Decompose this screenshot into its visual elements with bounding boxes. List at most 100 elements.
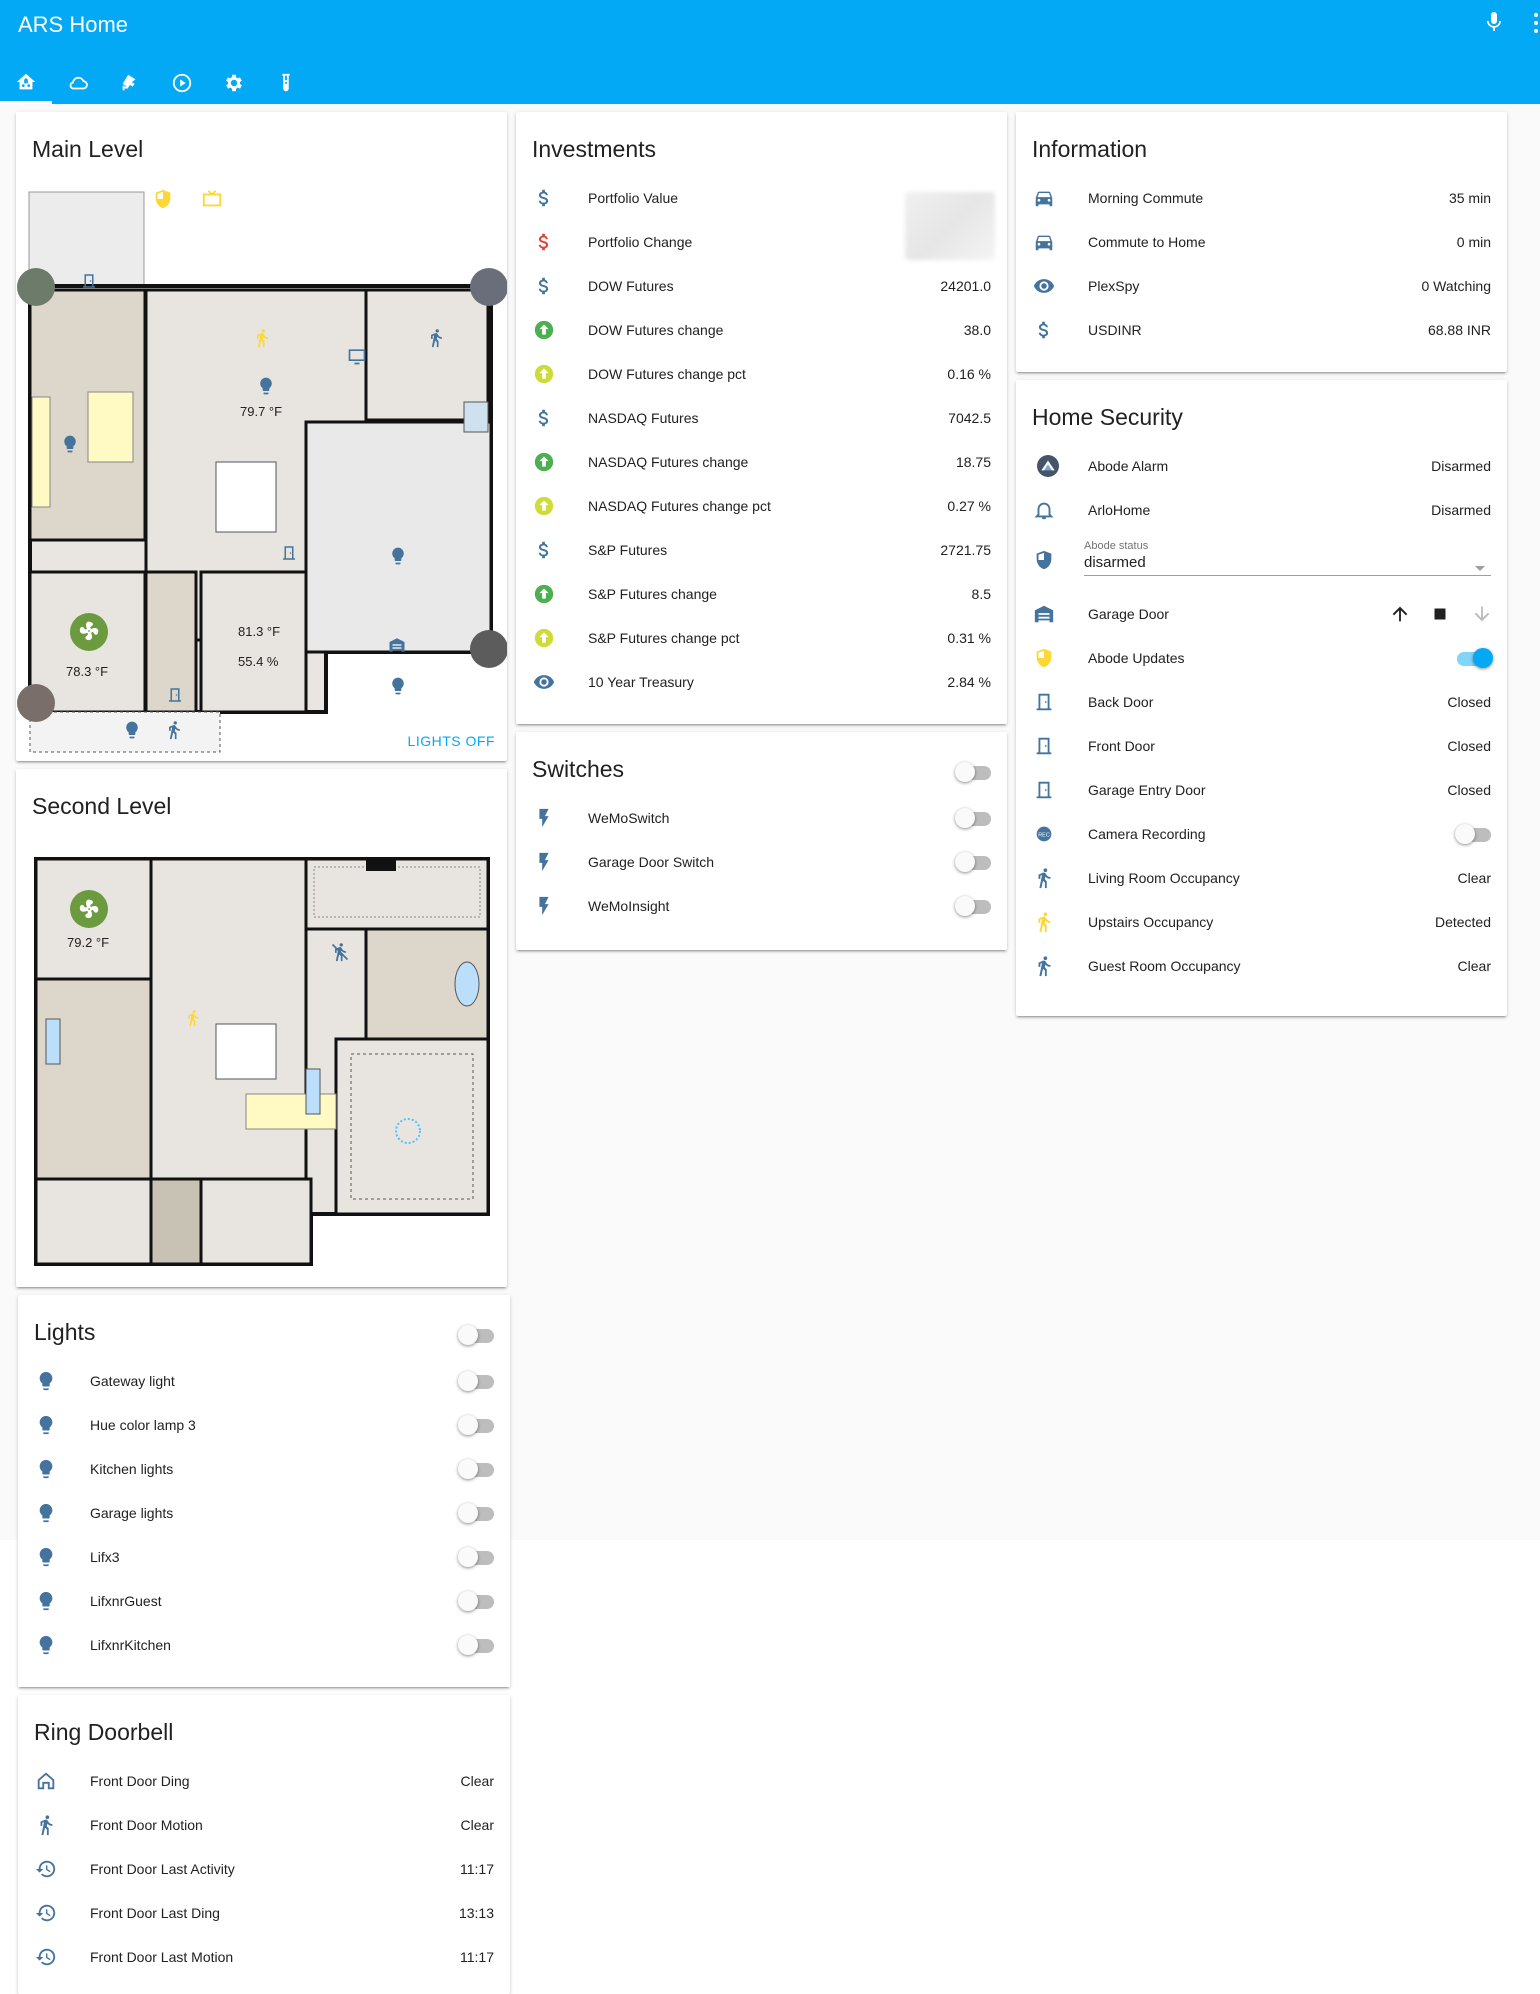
abode-status-row: Abode status disarmed <box>1016 532 1507 588</box>
upstairs-temperature: 79.2 °F <box>67 935 110 950</box>
switches-master-toggle[interactable] <box>955 762 991 782</box>
list-item: Garage Door <box>1016 592 1507 636</box>
light-toggle[interactable] <box>458 1591 494 1611</box>
tv-icon[interactable] <box>200 188 224 210</box>
list-item: Front Door Last Motion 11:17 <box>18 1935 510 1979</box>
tab-settings[interactable] <box>208 62 260 104</box>
list-item: ArloHome Disarmed <box>1016 488 1507 532</box>
home-outline-icon <box>34 1769 58 1793</box>
walk-icon <box>1032 866 1056 890</box>
list-item: Portfolio Change <box>516 220 1007 264</box>
card-title: Investments <box>532 136 656 162</box>
list-item: Guest Room Occupancy Clear <box>1016 944 1507 988</box>
investments-card: Investments Portfolio Value Portfolio Cha… <box>516 112 1007 724</box>
light-toggle[interactable] <box>458 1371 494 1391</box>
investment-value: 2.84 % <box>947 674 991 690</box>
list-item: S&P Futures 2721.75 <box>516 528 1007 572</box>
lights-off-button[interactable]: LIGHTS OFF <box>408 733 495 749</box>
ring-doorbell-card: Ring Doorbell Front Door Ding Clear Fron… <box>18 1695 510 1994</box>
lightbulb-icon[interactable] <box>256 374 276 398</box>
investment-label: NASDAQ Futures change pct <box>588 498 771 514</box>
garage-icon <box>1032 602 1056 626</box>
light-toggle[interactable] <box>458 1547 494 1567</box>
information-card: Information Morning Commute 35 min Commu… <box>1016 112 1507 372</box>
list-item: WeMoInsight <box>516 884 1007 928</box>
sensor-value: 13:13 <box>458 1905 494 1921</box>
app-toolbar: ARS Home <box>0 0 1540 104</box>
list-item: Morning Commute 35 min <box>1016 176 1507 220</box>
walk-icon[interactable] <box>426 326 446 350</box>
play-circle-icon <box>172 73 192 93</box>
tv-icon[interactable] <box>346 346 368 366</box>
garage-icon[interactable] <box>388 636 406 654</box>
microphone-icon[interactable] <box>1482 10 1506 36</box>
lightbulb-icon[interactable] <box>60 432 80 456</box>
door-icon[interactable] <box>280 542 298 564</box>
view-tabs <box>0 62 312 104</box>
dropdown-arrow-icon <box>1475 566 1485 571</box>
tab-weather[interactable] <box>52 62 104 104</box>
investment-label: Portfolio Change <box>588 234 693 250</box>
lightbulb-icon <box>34 1413 58 1437</box>
garage-door-label: Garage Door <box>1088 606 1169 622</box>
tab-cameras[interactable] <box>104 62 156 104</box>
arrow-up-icon[interactable] <box>1389 603 1411 625</box>
lightbulb-icon[interactable] <box>388 674 408 698</box>
lightbulb-icon <box>34 1633 58 1657</box>
door-icon[interactable] <box>166 684 184 706</box>
info-value: 35 min <box>1448 190 1491 206</box>
light-toggle[interactable] <box>458 1635 494 1655</box>
lightbulb-icon[interactable] <box>388 544 408 568</box>
switch-label: WeMoInsight <box>588 898 670 914</box>
light-label: Lifx3 <box>90 1549 120 1565</box>
switch-toggle[interactable] <box>955 896 991 916</box>
shield-half-icon <box>1032 646 1056 670</box>
walk-icon[interactable] <box>252 326 272 350</box>
tab-media[interactable] <box>156 62 208 104</box>
sensor-value: 11:17 <box>460 1861 494 1877</box>
arlo-value: Disarmed <box>1431 502 1491 518</box>
front-door-label: Front Door <box>1088 738 1155 754</box>
door-icon <box>1032 778 1056 802</box>
abode-updates-label: Abode Updates <box>1088 650 1185 666</box>
switch-toggle[interactable] <box>955 852 991 872</box>
lights-master-toggle[interactable] <box>458 1325 494 1345</box>
abode-status-select[interactable]: Abode status disarmed <box>1084 540 1491 576</box>
arrow-up-green-icon <box>532 318 556 342</box>
investment-label: DOW Futures change <box>588 322 724 338</box>
light-label: Kitchen lights <box>90 1461 174 1477</box>
lightbulb-icon[interactable] <box>122 718 142 742</box>
light-toggle[interactable] <box>458 1503 494 1523</box>
fan-icon[interactable] <box>78 898 100 920</box>
investment-value: 7042.5 <box>948 410 991 426</box>
alarm-value: Disarmed <box>1431 458 1491 474</box>
app-title: ARS Home <box>18 12 129 37</box>
abode-updates-toggle[interactable] <box>1455 648 1493 668</box>
list-item: Garage Entry Door Closed <box>1016 768 1507 812</box>
info-label: PlexSpy <box>1088 278 1140 294</box>
arrow-up-green-icon <box>532 450 556 474</box>
office-humidity: 55.4 % <box>238 654 279 669</box>
arlo-label: ArloHome <box>1088 502 1151 518</box>
switch-label: Garage Door Switch <box>588 854 715 870</box>
back-door-value: Closed <box>1447 694 1491 710</box>
stop-icon[interactable] <box>1429 603 1451 625</box>
arrow-down-icon[interactable] <box>1471 603 1493 625</box>
tab-test[interactable] <box>260 62 312 104</box>
investment-label: S&P Futures change <box>588 586 717 602</box>
walk-icon[interactable] <box>164 718 184 742</box>
light-toggle[interactable] <box>458 1459 494 1479</box>
door-icon[interactable] <box>80 270 98 292</box>
shield-icon[interactable] <box>152 188 174 210</box>
light-toggle[interactable] <box>458 1415 494 1435</box>
back-door-label: Back Door <box>1088 694 1154 710</box>
lightbulb-icon <box>34 1589 58 1613</box>
motion-off-icon[interactable] <box>330 941 350 963</box>
fan-icon[interactable] <box>78 620 100 642</box>
tab-home[interactable] <box>0 62 52 104</box>
more-vert-icon[interactable] <box>1532 12 1540 34</box>
walk-icon[interactable] <box>184 1007 202 1029</box>
investment-label: DOW Futures <box>588 278 674 294</box>
switch-toggle[interactable] <box>955 808 991 828</box>
camera-recording-toggle[interactable] <box>1455 824 1491 844</box>
